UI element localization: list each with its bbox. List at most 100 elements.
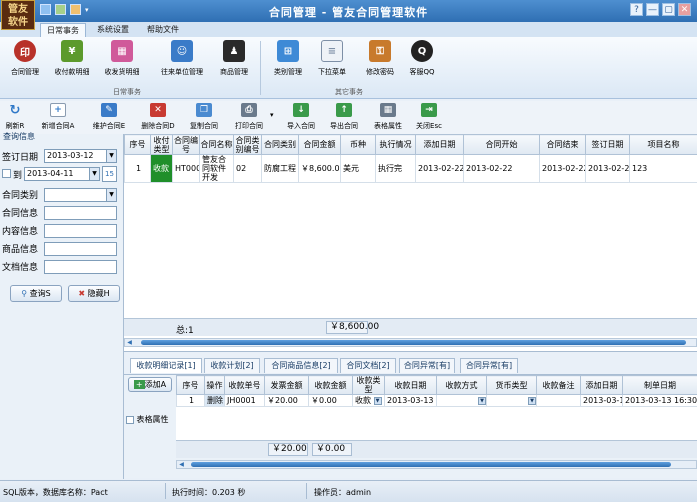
- receipt-type-cell[interactable]: 收款 ▼: [352, 394, 385, 407]
- partner-manage-button[interactable]: ☺ 往来单位管理: [155, 40, 209, 85]
- col-header[interactable]: 项目名称: [629, 134, 697, 155]
- close-esc-button[interactable]: ⇥ 关闭Esc: [414, 103, 444, 133]
- refresh-button[interactable]: ↻ 刷新R: [4, 103, 26, 133]
- col-header[interactable]: 收款方式: [436, 375, 487, 395]
- col-header[interactable]: 执行情况: [375, 134, 416, 155]
- currency-cell[interactable]: ▼: [486, 394, 537, 407]
- col-header[interactable]: 货币类型: [486, 375, 537, 395]
- print-contract-button[interactable]: ⎙ 打印合同: [230, 103, 268, 133]
- scroll-left-icon[interactable]: ◀: [177, 461, 186, 468]
- col-header[interactable]: 添加日期: [580, 375, 623, 395]
- cell: 管友合同软件开发: [199, 154, 234, 183]
- date-to-field[interactable]: 2013-04-11 ▼: [24, 167, 100, 181]
- table-row[interactable]: 1 删除 JH0001 ￥20.00 ￥0.00 收款 ▼ 2013-03-13…: [176, 394, 697, 407]
- detail-hscrollbar[interactable]: ◀: [176, 460, 697, 469]
- receipt-date-cell[interactable]: 2013-03-13 ▼: [384, 394, 437, 407]
- col-header[interactable]: 收款日期: [384, 375, 437, 395]
- detail-table-props[interactable]: 表格属性: [126, 414, 169, 425]
- col-header[interactable]: 收款备注: [536, 375, 581, 395]
- col-header[interactable]: 合同结束: [539, 134, 586, 155]
- tab-contract-exception[interactable]: 合同异常[有]: [399, 358, 455, 373]
- dropdown-arrow-icon[interactable]: ▼: [478, 396, 486, 405]
- payment-detail-button[interactable]: ¥ 收付款明细: [50, 40, 94, 85]
- col-header[interactable]: 收付类型: [150, 134, 173, 155]
- search-button[interactable]: ⚲ 查询S: [10, 285, 62, 302]
- col-header[interactable]: 签订日期: [585, 134, 630, 155]
- tab-contract-docs[interactable]: 合同文档[2]: [340, 358, 396, 373]
- col-header[interactable]: 合同类别编号: [233, 134, 262, 155]
- tab-help[interactable]: 帮助文件: [140, 23, 186, 37]
- dropdown-menu-button[interactable]: ≡ 下拉菜单: [310, 40, 354, 85]
- yen-icon: ¥: [61, 40, 83, 62]
- add-contract-button[interactable]: + 新增合同A: [38, 103, 78, 133]
- delete-row-link[interactable]: 删除: [204, 394, 225, 407]
- tab-contract-goods[interactable]: 合同商品信息[2]: [264, 358, 338, 373]
- tab-daily[interactable]: 日常事务: [40, 23, 86, 37]
- col-header[interactable]: 合同金额: [298, 134, 341, 155]
- col-header[interactable]: 合同名称: [199, 134, 234, 155]
- col-header[interactable]: 币种: [340, 134, 376, 155]
- edit-contract-button[interactable]: ✎ 维护合同E: [88, 103, 130, 133]
- copy-contract-button[interactable]: ❐ 复制合同: [186, 103, 222, 133]
- contract-type-select[interactable]: ▼: [44, 188, 117, 202]
- col-header[interactable]: 添加日期: [415, 134, 464, 155]
- contract-type-label: 合同类别: [2, 191, 39, 201]
- edit-icon: ✎: [101, 103, 117, 117]
- pay-method-cell[interactable]: ▼: [436, 394, 487, 407]
- save-icon[interactable]: [40, 4, 51, 15]
- contract-info-field[interactable]: [44, 206, 117, 220]
- col-header[interactable]: 合同类别: [261, 134, 299, 155]
- col-header[interactable]: 收款类型: [352, 375, 385, 395]
- hide-button[interactable]: ✖ 隐藏H: [68, 285, 120, 302]
- goods-info-field[interactable]: [44, 242, 117, 256]
- contact-card-icon: ☺: [171, 40, 193, 62]
- delete-contract-button[interactable]: ✕ 删除合同D: [136, 103, 180, 133]
- print-dropdown-icon[interactable]: ▾: [270, 111, 274, 119]
- goods-manage-button[interactable]: ♟ 商品管理: [212, 40, 256, 85]
- service-qq-button[interactable]: Q 客服QQ: [400, 40, 444, 85]
- import-contract-button[interactable]: ↓ 导入合同: [283, 103, 319, 133]
- col-header[interactable]: 收款单号: [224, 375, 265, 395]
- col-header[interactable]: 制单日期: [622, 375, 697, 395]
- tab-contract-exception-2[interactable]: 合同异常[有]: [460, 358, 518, 373]
- dropdown-arrow-icon[interactable]: ▼: [373, 396, 382, 405]
- minimize-button[interactable]: —: [646, 3, 659, 16]
- date-to-checkbox[interactable]: [2, 169, 11, 178]
- date-from-field[interactable]: 2013-03-12 ▼: [44, 149, 117, 163]
- col-header[interactable]: 收款金额: [308, 375, 353, 395]
- tab-settings[interactable]: 系统设置: [90, 23, 136, 37]
- export-contract-button[interactable]: ↑ 导出合同: [326, 103, 362, 133]
- refresh-icon[interactable]: [55, 4, 66, 15]
- scroll-thumb[interactable]: [191, 462, 671, 467]
- main-hscrollbar[interactable]: ◀: [124, 338, 697, 347]
- tools-icon[interactable]: [70, 4, 81, 15]
- scroll-thumb[interactable]: [141, 340, 686, 345]
- calendar-button[interactable]: 15: [102, 166, 117, 182]
- category-manage-button[interactable]: ⊞ 类别管理: [266, 40, 310, 85]
- content-info-field[interactable]: [44, 224, 117, 238]
- contract-manage-button[interactable]: 印合同管理: [3, 40, 47, 85]
- table-props-checkbox[interactable]: [126, 415, 134, 424]
- col-header[interactable]: 发票金额: [264, 375, 309, 395]
- cell: 2013-02-22: [585, 154, 630, 183]
- table-row[interactable]: 1 收款 HT0001 管友合同软件开发 02 防腐工程 ￥8,600.00 美…: [124, 154, 697, 183]
- col-header[interactable]: 序号: [124, 134, 151, 155]
- doc-info-field[interactable]: [44, 260, 117, 274]
- close-button[interactable]: ✕: [678, 3, 691, 16]
- col-header[interactable]: 合同编号: [172, 134, 200, 155]
- col-header[interactable]: 操作: [204, 375, 225, 395]
- help-button[interactable]: ?: [630, 3, 643, 16]
- table-props-button[interactable]: ▦ 表格属性: [370, 103, 406, 133]
- scroll-left-icon[interactable]: ◀: [125, 339, 134, 346]
- dropdown-arrow-icon[interactable]: ▼: [528, 396, 536, 405]
- change-password-button[interactable]: ⚿ 修改密码: [358, 40, 402, 85]
- tab-receipt-plan[interactable]: 收款计划[2]: [204, 358, 260, 373]
- cell: ￥0.00: [308, 394, 353, 407]
- col-header[interactable]: 合同开始: [463, 134, 540, 155]
- quick-access-dropdown-icon[interactable]: ▾: [85, 6, 89, 14]
- shipment-detail-button[interactable]: ▦ 收发货明细: [100, 40, 144, 85]
- restore-button[interactable]: ▢: [662, 3, 675, 16]
- col-header[interactable]: 序号: [176, 375, 205, 395]
- add-receipt-button[interactable]: + 添加A: [128, 377, 172, 392]
- tab-receipt-records[interactable]: 收款明细记录[1]: [130, 358, 202, 373]
